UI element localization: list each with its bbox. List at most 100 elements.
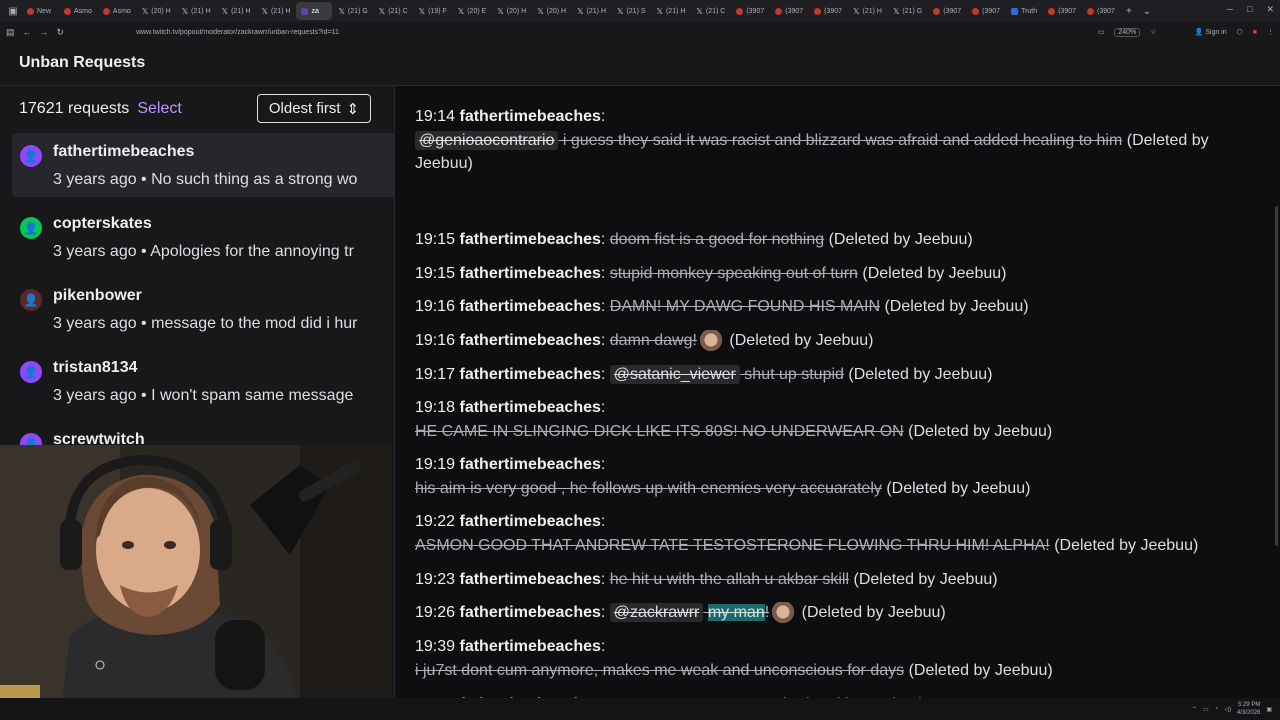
tab-label: (3907	[824, 7, 843, 15]
message-text: doom fist is a good for nothing	[609, 231, 825, 248]
browser-tab[interactable]: (3907	[1043, 2, 1081, 20]
chat-scrollbar[interactable]	[1275, 206, 1278, 546]
browser-tab[interactable]: Truth	[1006, 2, 1042, 20]
extension-red-icon[interactable]: ■	[1253, 29, 1257, 36]
browser-tab[interactable]: 𝕏 (21) H	[848, 2, 887, 20]
browser-tab[interactable]: (3907	[967, 2, 1005, 20]
browser-tab[interactable]: 𝕏 (21) H	[652, 2, 691, 20]
message-highlight: my man	[707, 604, 765, 621]
message-username[interactable]: fathertimebeaches	[460, 604, 601, 621]
browser-tab[interactable]: (3907	[928, 2, 966, 20]
browser-tab[interactable]: 𝕏 (21) C	[374, 2, 413, 20]
message-username[interactable]: fathertimebeaches	[460, 332, 601, 349]
browser-tab[interactable]: 𝕏 (19) F	[414, 2, 452, 20]
forward-icon[interactable]: →	[40, 27, 49, 37]
taskbar-clock[interactable]: 5:29 PM 4/3/2026	[1237, 701, 1260, 717]
browser-tab[interactable]: Asmo	[59, 2, 97, 20]
chat-message: 19:16 fathertimebeaches: damn dawg! (Del…	[415, 329, 1265, 353]
reader-icon[interactable]: ▭	[1098, 28, 1105, 36]
browser-tab[interactable]: 𝕏 (21) H	[217, 2, 256, 20]
separator-dot: •	[136, 171, 152, 188]
browser-tab[interactable]: (3907	[731, 2, 769, 20]
browser-tab[interactable]: (3907	[770, 2, 808, 20]
tab-label: Truth	[1021, 7, 1038, 15]
browser-tab[interactable]: 𝕏 (21) G	[333, 2, 372, 20]
sort-dropdown[interactable]: Oldest first ⇕	[257, 94, 371, 123]
browser-tab[interactable]: (3907	[809, 2, 847, 20]
browser-tab[interactable]: 𝕏 (20) E	[453, 2, 492, 20]
browser-tab[interactable]: 𝕏 (20) H	[137, 2, 176, 20]
deleted-note: (Deleted by Jeebuu)	[848, 366, 993, 383]
notification-icon[interactable]: ▣	[1266, 706, 1272, 713]
message-username[interactable]: fathertimebeaches	[460, 399, 601, 416]
x-logo-icon: 𝕏	[577, 6, 584, 16]
message-username[interactable]: fathertimebeaches	[460, 366, 601, 383]
tab-label: (19) F	[428, 7, 447, 15]
request-age: 3 years ago	[53, 315, 137, 332]
menu-dots-icon[interactable]: ⋮	[1267, 28, 1274, 36]
message-username[interactable]: fathertimebeaches	[460, 513, 601, 530]
browser-tab[interactable]: 𝕏 (21) C	[691, 2, 730, 20]
sidebar-icon[interactable]: ▤	[6, 27, 15, 38]
browser-tab[interactable]: za	[296, 2, 333, 20]
unban-request-item[interactable]: 👤 pikenbower 3 years ago • message to the …	[12, 277, 394, 341]
unban-request-item[interactable]: 👤 tristan8134 3 years ago • I won't spam s…	[12, 349, 394, 413]
new-tab-icon[interactable]: +	[1122, 4, 1136, 18]
network-icon[interactable]: ▭	[1203, 706, 1209, 713]
browser-tab[interactable]: 𝕏 (21) S	[612, 2, 651, 20]
maximize-icon[interactable]: □	[1247, 4, 1252, 15]
tab-label: (21) H	[191, 7, 211, 15]
volume-icon[interactable]: ◁)	[1224, 706, 1231, 713]
browser-tab[interactable]: 𝕏 (21) H	[572, 2, 611, 20]
tab-label: za	[311, 7, 319, 15]
reload-icon[interactable]: ↻	[57, 27, 65, 38]
chat-message: 19:19 fathertimebeaches: his aim is very…	[415, 456, 1031, 497]
bookmark-star-icon[interactable]: ☆	[1150, 28, 1156, 36]
x-logo-icon: 𝕏	[892, 6, 900, 16]
tab-label: (3907	[943, 7, 962, 15]
message-username[interactable]: fathertimebeaches	[460, 638, 601, 655]
tray-chevron-icon[interactable]: ⌃	[1192, 706, 1197, 713]
back-icon[interactable]: ←	[23, 27, 32, 37]
browser-menu-icon[interactable]: ▣	[6, 4, 20, 18]
close-icon[interactable]: ✕	[1266, 4, 1274, 15]
tab-list-chevron-icon[interactable]: ⌄	[1140, 4, 1154, 18]
request-age: 3 years ago	[53, 387, 137, 404]
browser-tab[interactable]: 𝕏 (21) H	[257, 2, 296, 20]
chat-message: 19:22 fathertimebeaches: ASMON GOOD THAT…	[415, 513, 1199, 554]
message-username[interactable]: fathertimebeaches	[460, 265, 601, 282]
extensions-icon[interactable]: ⬡	[1237, 28, 1243, 36]
browser-tab[interactable]: New	[22, 2, 58, 20]
wifi-icon[interactable]: ◔	[1215, 706, 1219, 712]
message-mention: @genioaocontrario	[415, 130, 559, 150]
window-controls: ─ □ ✕	[1227, 4, 1274, 15]
browser-tab[interactable]: (3907	[1082, 2, 1120, 20]
tab-label: (3907	[785, 7, 804, 15]
message-time: 19:17	[415, 366, 456, 383]
message-username[interactable]: fathertimebeaches	[460, 298, 601, 315]
minimize-icon[interactable]: ─	[1227, 4, 1233, 15]
message-username[interactable]: fathertimebeaches	[460, 231, 601, 248]
sign-in-button[interactable]: 👤 Sign in	[1195, 28, 1227, 36]
browser-tab[interactable]: 𝕏 (21) H	[177, 2, 216, 20]
message-username[interactable]: fathertimebeaches	[460, 456, 601, 473]
site-favicon-icon	[933, 7, 941, 15]
browser-tab[interactable]: Asmo	[98, 2, 136, 20]
browser-tab[interactable]: 𝕏 (20) H	[492, 2, 531, 20]
browser-tab[interactable]: 𝕏 (21) G	[888, 2, 927, 20]
request-meta: 3 years ago • I won't spam same message	[53, 387, 353, 405]
message-time: 19:23	[415, 571, 456, 588]
tab-label: (21) H	[231, 7, 251, 15]
zoom-level[interactable]: 240%	[1114, 27, 1141, 37]
x-logo-icon: 𝕏	[378, 6, 386, 16]
message-username[interactable]: fathertimebeaches	[460, 108, 601, 125]
unban-request-item[interactable]: 👤 copterskates 3 years ago • Apologies for…	[12, 205, 394, 269]
browser-tab[interactable]: 𝕏 (20) H	[532, 2, 571, 20]
message-username[interactable]: fathertimebeaches	[460, 571, 601, 588]
unban-request-item[interactable]: 👤 fathertimebeaches 3 years ago • No such …	[12, 133, 394, 197]
tab-label: (21) C	[388, 7, 408, 15]
select-link[interactable]: Select	[137, 100, 181, 118]
url-field[interactable]: www.twitch.tv/popout/moderator/zackrawrr…	[136, 29, 1090, 36]
request-username: fathertimebeaches	[53, 143, 195, 160]
deleted-note: (Deleted by Jeebuu)	[1054, 536, 1199, 554]
